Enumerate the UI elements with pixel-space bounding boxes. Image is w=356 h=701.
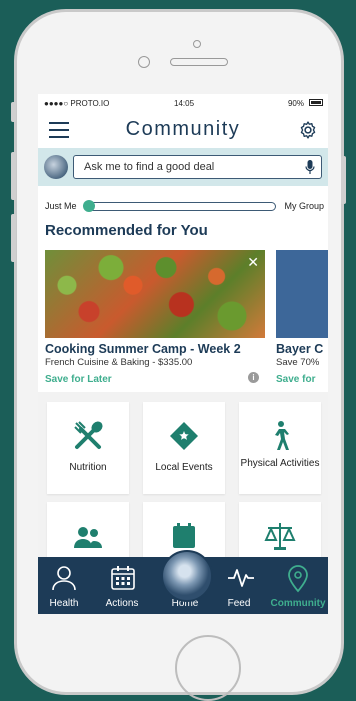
status-bar: ●●●●○ PROTO.IO 14:05 90% bbox=[38, 94, 328, 112]
calendar-icon bbox=[173, 523, 195, 548]
card-title: Cooking Summer Camp - Week 2 bbox=[45, 342, 241, 356]
scope-slider-row: Just Me My Group bbox=[38, 198, 328, 214]
assistant-search-bar bbox=[38, 148, 328, 186]
activity-icon bbox=[228, 569, 254, 587]
mute-switch bbox=[11, 102, 16, 122]
calendar-icon bbox=[111, 566, 135, 590]
scope-slider-track[interactable] bbox=[84, 202, 276, 211]
front-camera bbox=[138, 56, 150, 68]
tile-label: Local Events bbox=[155, 462, 213, 473]
home-avatar[interactable] bbox=[161, 550, 213, 602]
search-box bbox=[73, 155, 322, 179]
tab-label: Feed bbox=[227, 598, 251, 609]
tile-label: Physical Activities bbox=[240, 458, 320, 469]
location-pin-icon bbox=[288, 565, 308, 593]
info-icon[interactable]: i bbox=[248, 372, 259, 383]
microphone-icon[interactable] bbox=[305, 160, 315, 175]
walking-person-icon bbox=[275, 421, 289, 450]
carrier-label: ●●●●○ PROTO.IO bbox=[44, 99, 110, 108]
app-screen: ●●●●○ PROTO.IO 14:05 90% Community Just … bbox=[38, 94, 328, 614]
slider-label-right: My Group bbox=[284, 201, 324, 211]
tab-community[interactable]: Community bbox=[268, 557, 328, 614]
card-subtitle: Save 70% bbox=[276, 357, 320, 368]
tile-local-events[interactable]: Local Events bbox=[143, 402, 225, 494]
home-hardware-button[interactable] bbox=[175, 635, 241, 701]
gear-icon[interactable] bbox=[298, 120, 318, 140]
scales-icon bbox=[264, 523, 296, 550]
page-title: Community bbox=[125, 118, 241, 140]
person-icon bbox=[52, 566, 76, 591]
tab-actions[interactable]: Actions bbox=[96, 557, 148, 614]
tab-feed[interactable]: Feed bbox=[213, 557, 265, 614]
card-image bbox=[276, 250, 328, 338]
volume-down-button bbox=[11, 214, 16, 262]
clock: 14:05 bbox=[174, 99, 195, 108]
search-input[interactable] bbox=[82, 160, 296, 174]
card-title: Bayer C bbox=[276, 342, 324, 356]
fork-spoon-icon bbox=[74, 421, 103, 449]
save-for-later-link[interactable]: Save for Later bbox=[45, 374, 112, 385]
camera-dot bbox=[193, 40, 201, 48]
battery-percent: 90% bbox=[287, 99, 304, 108]
tab-label: Health bbox=[49, 598, 79, 609]
speaker-grill bbox=[170, 58, 228, 66]
recommendation-card[interactable]: Bayer C Save 70% Save for bbox=[276, 250, 328, 386]
save-for-later-link[interactable]: Save for bbox=[276, 374, 315, 385]
tile-physical-activities[interactable]: Physical Activities bbox=[239, 402, 321, 494]
ticket-star-icon bbox=[170, 422, 198, 450]
scope-slider-thumb[interactable] bbox=[83, 200, 95, 212]
card-subtitle: French Cuisine & Baking - $335.00 bbox=[45, 357, 193, 368]
section-title: Recommended for You bbox=[45, 222, 208, 239]
recommendation-card[interactable]: ✕ Cooking Summer Camp - Week 2 French Cu… bbox=[45, 250, 265, 386]
volume-up-button bbox=[11, 152, 16, 200]
power-button bbox=[341, 156, 346, 204]
battery-icon bbox=[309, 99, 323, 106]
card-image: ✕ bbox=[45, 250, 265, 338]
tab-label: Community bbox=[270, 598, 326, 609]
close-icon[interactable]: ✕ bbox=[247, 254, 259, 271]
tab-health[interactable]: Health bbox=[38, 557, 90, 614]
tile-nutrition[interactable]: Nutrition bbox=[47, 402, 129, 494]
tab-label: Actions bbox=[105, 598, 139, 609]
group-icon bbox=[74, 527, 102, 548]
slider-label-left: Just Me bbox=[45, 201, 77, 211]
app-header: Community bbox=[38, 112, 328, 148]
tile-label: Nutrition bbox=[69, 462, 107, 473]
avatar[interactable] bbox=[44, 155, 68, 179]
